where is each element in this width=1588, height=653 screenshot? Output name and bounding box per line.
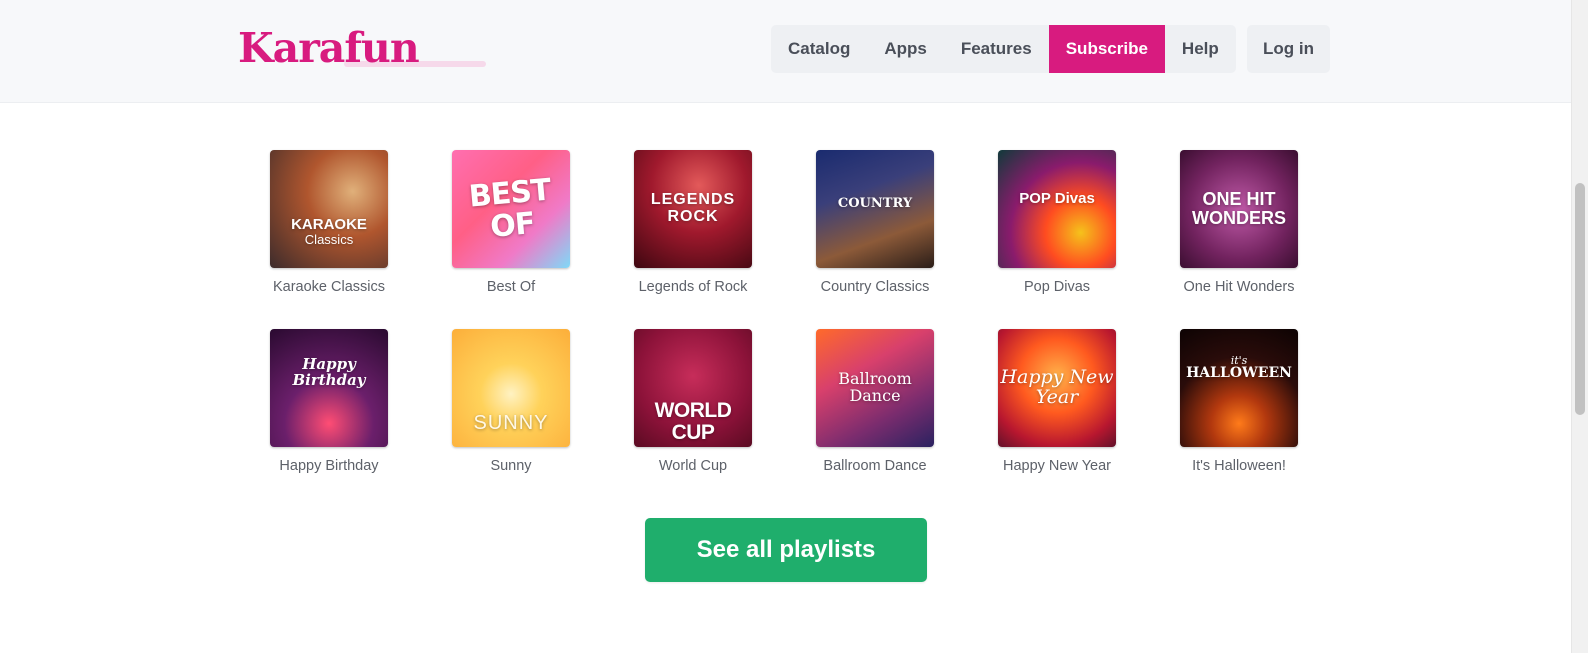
playlist-cover[interactable]: COUNTRY: [816, 150, 934, 268]
playlist-label[interactable]: Happy New Year: [1003, 458, 1111, 474]
playlist-label[interactable]: Happy Birthday: [279, 458, 378, 474]
playlist-cover[interactable]: Happy Birthday: [270, 329, 388, 447]
nav-apps[interactable]: Apps: [867, 25, 944, 73]
playlist-label[interactable]: One Hit Wonders: [1184, 279, 1295, 295]
cover-title: KARAOKE: [291, 216, 367, 234]
playlist-cover[interactable]: it's HALLOWEEN: [1180, 329, 1298, 447]
playlist-card-ballroom-dance[interactable]: Ballroom Dance Ballroom Dance: [816, 329, 934, 474]
nav-features[interactable]: Features: [944, 25, 1049, 73]
playlist-card-sunny[interactable]: SUNNY Sunny: [452, 329, 570, 474]
playlist-card-legends-of-rock[interactable]: LEGENDS ROCK Legends of Rock: [634, 150, 752, 295]
cover-title: Happy New Year: [1000, 366, 1114, 408]
playlist-label[interactable]: World Cup: [659, 458, 727, 474]
site-header: Karafun Catalog Apps Features Subscribe …: [0, 0, 1572, 103]
playlist-label[interactable]: Ballroom Dance: [823, 458, 926, 474]
cover-title: Ballroom Dance: [838, 369, 912, 405]
playlist-card-happy-new-year[interactable]: Happy New Year Happy New Year: [998, 329, 1116, 474]
playlist-card-world-cup[interactable]: WORLD CUP World Cup: [634, 329, 752, 474]
nav-help[interactable]: Help: [1165, 25, 1236, 73]
main-nav: Catalog Apps Features Subscribe Help: [771, 25, 1236, 73]
page-scrollbar[interactable]: [1571, 0, 1588, 653]
playlist-cover[interactable]: BEST OF: [452, 150, 570, 268]
playlist-cover[interactable]: SUNNY: [452, 329, 570, 447]
cover-title: SUNNY: [473, 411, 549, 434]
playlist-card-country-classics[interactable]: COUNTRY Country Classics: [816, 150, 934, 295]
cover-title: Happy Birthday: [292, 355, 366, 389]
playlist-cover[interactable]: WORLD CUP: [634, 329, 752, 447]
playlist-card-one-hit-wonders[interactable]: ONE HIT WONDERS One Hit Wonders: [1180, 150, 1298, 295]
playlist-card-karaoke-classics[interactable]: KARAOKE Classics Karaoke Classics: [270, 150, 388, 295]
playlist-card-pop-divas[interactable]: POP Divas Pop Divas: [998, 150, 1116, 295]
playlist-card-best-of[interactable]: BEST OF Best Of: [452, 150, 570, 295]
playlist-label[interactable]: Karaoke Classics: [273, 279, 385, 295]
cover-title: ONE HIT WONDERS: [1192, 189, 1286, 228]
playlist-card-its-halloween[interactable]: it's HALLOWEEN It's Halloween!: [1180, 329, 1298, 474]
playlist-cover[interactable]: POP Divas: [998, 150, 1116, 268]
cover-title: HALLOWEEN: [1186, 365, 1292, 382]
nav-catalog[interactable]: Catalog: [771, 25, 867, 73]
playlist-cover[interactable]: Happy New Year: [998, 329, 1116, 447]
cover-subtitle: Classics: [304, 232, 354, 248]
scrollbar-thumb[interactable]: [1575, 183, 1585, 415]
playlist-cover[interactable]: ONE HIT WONDERS: [1180, 150, 1298, 268]
karafun-logo[interactable]: Karafun: [238, 22, 420, 74]
playlist-label[interactable]: Country Classics: [821, 279, 930, 295]
playlist-cover[interactable]: Ballroom Dance: [816, 329, 934, 447]
login-button[interactable]: Log in: [1247, 25, 1330, 73]
cover-title: LEGENDS ROCK: [650, 191, 736, 225]
playlist-grid: KARAOKE Classics Karaoke Classics BEST OF…: [270, 150, 1298, 474]
playlist-label[interactable]: Best Of: [487, 279, 535, 295]
playlist-label[interactable]: It's Halloween!: [1192, 458, 1286, 474]
playlist-cover[interactable]: KARAOKE Classics: [270, 150, 388, 268]
cover-title: WORLD CUP: [654, 398, 732, 444]
cover-title: COUNTRY: [837, 196, 913, 212]
playlist-cover[interactable]: LEGENDS ROCK: [634, 150, 752, 268]
cover-title: BEST OF: [467, 172, 552, 244]
playlist-label[interactable]: Legends of Rock: [639, 279, 748, 295]
playlist-card-happy-birthday[interactable]: Happy Birthday Happy Birthday: [270, 329, 388, 474]
nav-subscribe-button[interactable]: Subscribe: [1048, 25, 1165, 73]
see-all-playlists-button[interactable]: See all playlists: [645, 518, 927, 582]
playlist-label[interactable]: Sunny: [490, 458, 531, 474]
playlist-label[interactable]: Pop Divas: [1024, 279, 1090, 295]
cover-title: POP Divas: [1019, 190, 1095, 208]
